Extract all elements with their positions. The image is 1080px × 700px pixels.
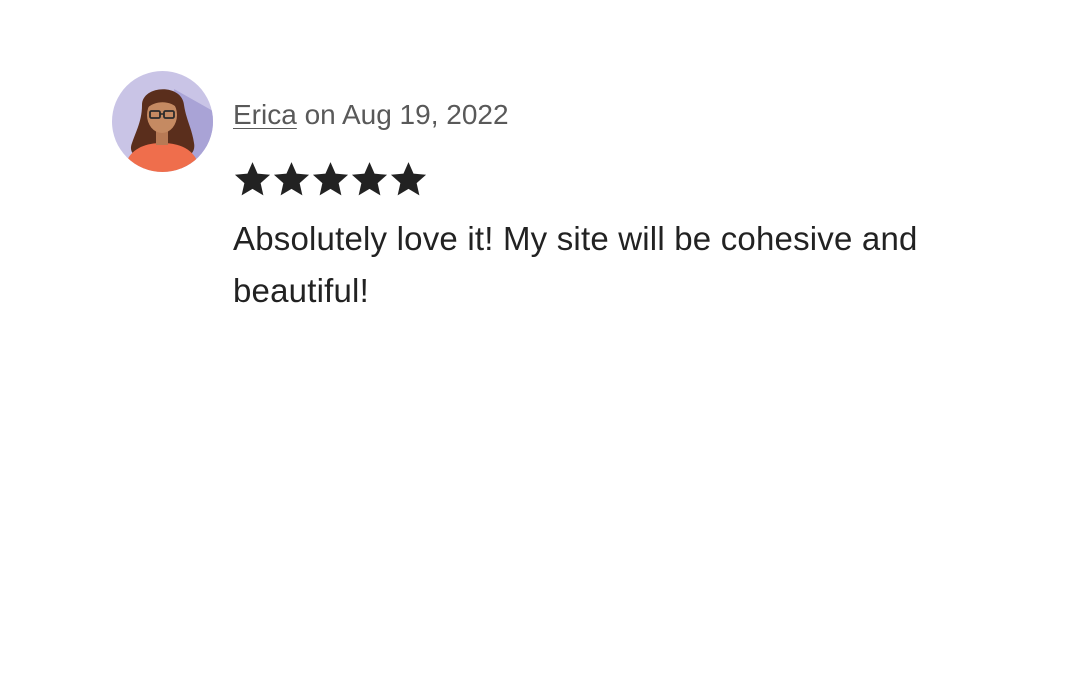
star-icon (273, 162, 310, 196)
reviewer-avatar[interactable] (112, 71, 213, 172)
star-icon (390, 162, 427, 196)
review-content: Erica on Aug 19, 2022 Absolutely love it… (233, 71, 993, 317)
review-date: on Aug 19, 2022 (304, 99, 509, 130)
review-text: Absolutely love it! My site will be cohe… (233, 220, 918, 309)
woman-avatar-icon (112, 71, 213, 172)
star-icon (234, 162, 271, 196)
star-icon (351, 162, 388, 196)
reviewer-name-link[interactable]: Erica (233, 99, 297, 130)
review-meta: Erica on Aug 19, 2022 (233, 97, 993, 133)
star-rating (233, 159, 993, 199)
star-icon (312, 162, 349, 196)
